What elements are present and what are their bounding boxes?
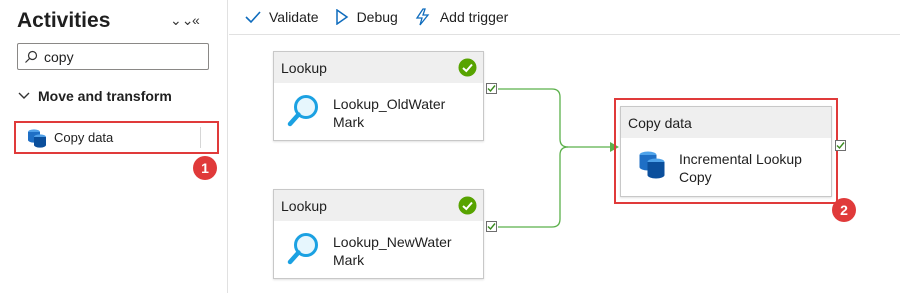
node-body: Lookup_OldWater Mark: [274, 83, 483, 131]
copy-data-node[interactable]: Copy data Incremental Lookup Copy: [620, 106, 832, 197]
database-icon: [639, 151, 665, 179]
checkmark-icon: [487, 223, 496, 231]
checkmark-icon: [487, 85, 496, 93]
success-output-port[interactable]: [486, 83, 497, 94]
node-type-label: Lookup: [281, 197, 327, 214]
magnifier-icon: [287, 233, 318, 265]
node-header: Lookup: [274, 52, 483, 83]
node-header: Copy data: [621, 107, 831, 138]
node-name: Lookup_NewWater Mark: [333, 234, 452, 268]
success-check-icon: [458, 58, 477, 77]
connector-old: [498, 88, 610, 148]
node-name: Incremental Lookup Copy: [679, 151, 802, 185]
lookup-new-watermark-node[interactable]: Lookup Lookup_NewWater Mark: [273, 189, 484, 279]
magnifier-icon: [287, 95, 318, 127]
node-header: Lookup: [274, 190, 483, 221]
node-name: Lookup_OldWater Mark: [333, 96, 446, 130]
callout-badge-2: 2: [832, 198, 856, 222]
node-body: Incremental Lookup Copy: [621, 138, 831, 186]
success-output-port[interactable]: [835, 140, 846, 151]
lookup-old-watermark-node[interactable]: Lookup Lookup_OldWater Mark: [273, 51, 484, 141]
success-output-port[interactable]: [486, 221, 497, 232]
node-type-label: Lookup: [281, 59, 327, 76]
node-body: Lookup_NewWater Mark: [274, 221, 483, 269]
checkmark-icon: [836, 142, 845, 150]
connector-new: [498, 146, 569, 228]
success-check-icon: [458, 196, 477, 215]
node-type-label: Copy data: [628, 114, 692, 131]
